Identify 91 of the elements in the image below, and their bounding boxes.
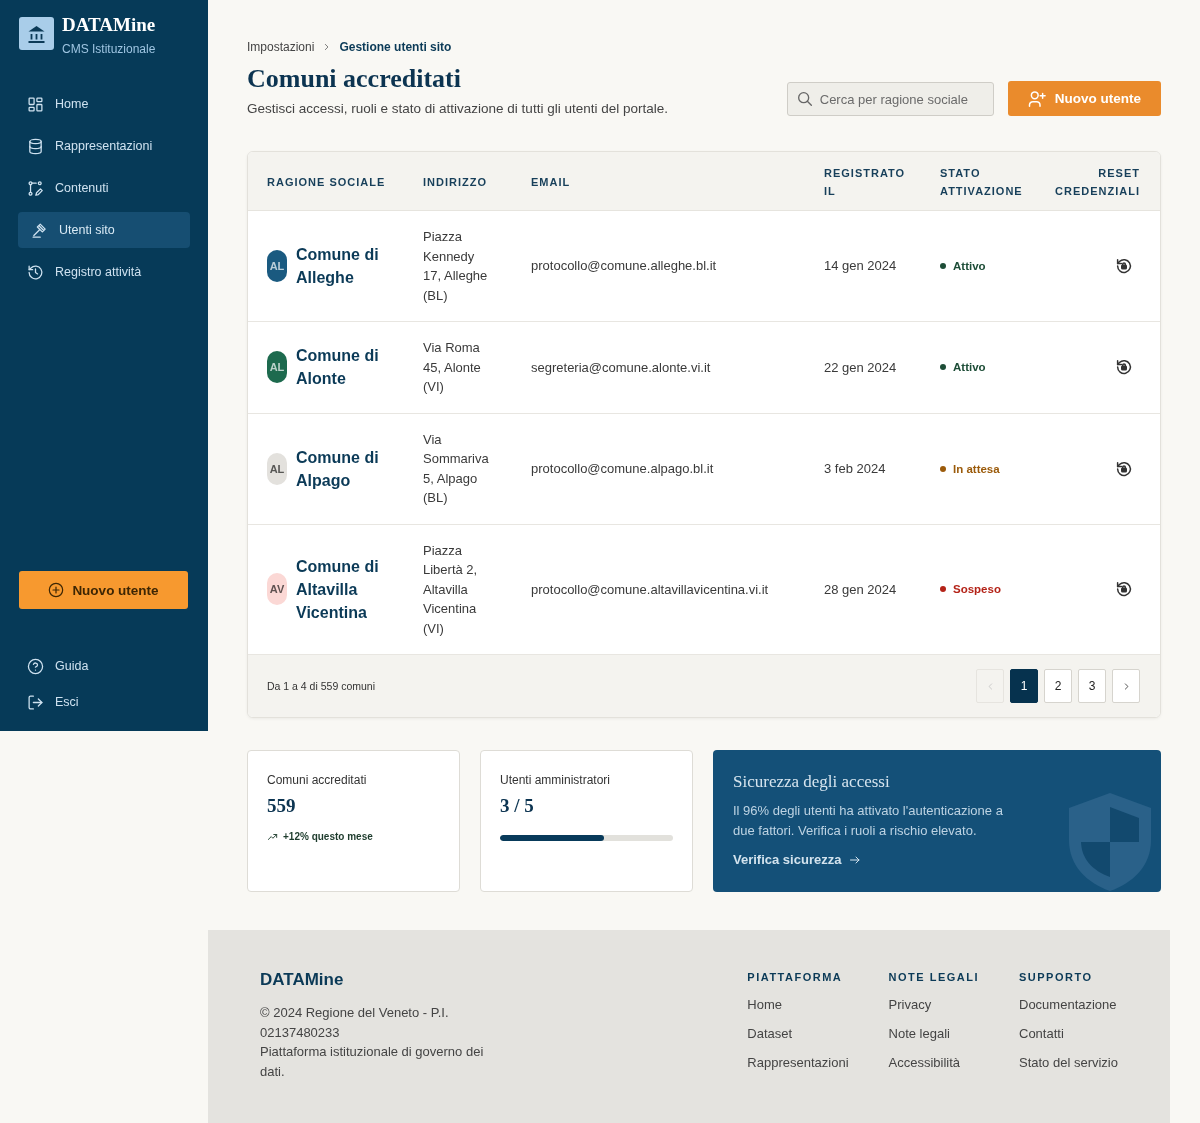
user-plus-icon [1027,89,1046,108]
email-text: protocollo@comune.alpago.bl.it [531,460,714,476]
lock-reset-icon[interactable] [1115,257,1133,275]
footer-link[interactable]: Accessibilità [888,1053,961,1072]
avatar: AL [267,452,287,485]
footer-link[interactable]: Note legali [888,1024,950,1043]
email-text: protocollo@comune.altavillavicentina.vi.it [531,581,769,597]
nav-item[interactable]: Registro attività [18,254,190,290]
column-header: INDIRIZZO [423,176,487,188]
municipality-name: Comune di Alpago [296,447,380,491]
footer-link[interactable]: Home [747,995,783,1014]
address-text: Via Sommariva 5, Alpago (BL) [423,430,490,507]
footer-heading: NOTE LEGALI [888,970,979,984]
status-label: In attesa [953,462,1000,475]
municipality-name: Comune di Alleghe [296,245,380,288]
nav-item[interactable]: Contenuti [18,170,190,206]
page-button[interactable]: 3 [1078,669,1106,703]
lock-reset-icon[interactable] [1115,358,1133,377]
chevron-left-icon [986,681,994,691]
results-summary: Da 1 a 4 di 559 comuni [267,680,375,692]
stat-value: 559 [267,794,297,818]
security-text: Il 96% degli utenti ha attivato l'autenticazione a due fattori. Verifica i ruoli a rischio elevato. [733,802,1004,840]
bank-icon [19,17,54,50]
page-button[interactable]: 1 [1010,669,1038,703]
footer-link[interactable]: Privacy [888,995,932,1014]
help-icon [27,657,44,675]
dashboard-icon [27,95,44,113]
copyright-text: © 2024 Regione del Veneto - P.I. 02137480233 [260,1004,450,1042]
footer-link[interactable]: Stato del servizio [1019,1053,1118,1072]
avatar: AL [267,351,287,384]
avatar: AL [267,250,287,282]
date-text: 3 feb 2024 [824,460,886,476]
search-field[interactable]: Cerca per ragione sociale [786,82,994,116]
page-subtitle: Gestisci accessi, ruoli e stato di attivazione di tutti gli utenti del portale. [247,100,668,118]
footer-link[interactable]: Documentazione [1019,995,1117,1014]
gavel-icon [31,221,48,239]
nav-item[interactable]: Home [18,86,190,122]
verify-security-link[interactable]: Verifica sicurezza [733,852,862,867]
chevron-right-icon [323,43,331,51]
search-icon [796,91,813,107]
database-icon [27,137,44,155]
column-header: RESET CREDENZIALI [1055,167,1140,197]
stat-value: 3 / 5 [500,794,535,818]
date-text: 22 gen 2024 [824,359,897,375]
plus-circle-icon [48,582,65,598]
footer-heading: PIATTAFORMA [747,970,843,984]
breadcrumb-link[interactable]: Impostazioni [247,40,315,54]
status-label: Attivo [953,260,986,272]
branch-pencil-icon [27,179,44,197]
avatar: AV [267,573,287,606]
lock-reset-icon[interactable] [1115,459,1133,478]
security-title: Sicurezza degli accessi [733,772,891,792]
page-title: Comuni accreditati [247,63,462,95]
nav-item[interactable]: Guida [18,648,190,684]
status-label: Sospeso [953,583,1001,596]
brand-name: DATAMine [62,14,156,36]
municipality-name: Comune di Altavilla Vicentina [296,556,380,623]
stat-label: Utenti amministratori [500,772,612,788]
footer-link[interactable]: Contatti [1019,1024,1064,1043]
nav-item[interactable]: Esci [18,684,190,720]
footer-heading: SUPPORTO [1019,970,1093,984]
date-text: 14 gen 2024 [824,258,897,274]
footer-link[interactable]: Dataset [747,1024,793,1043]
municipality-name: Comune di Alonte [296,346,380,390]
status-label: Attivo [953,361,986,374]
footer-link[interactable]: Rappresentazioni [747,1053,849,1072]
nav-item[interactable]: Utenti sito [18,212,190,248]
footer-brand: DATAMine [260,970,345,990]
chevron-right-icon [1122,681,1130,691]
column-header: REGISTRATO IL [824,167,906,197]
lock-reset-icon[interactable] [1115,580,1133,599]
breadcrumb-current[interactable]: Gestione utenti sito [339,40,452,54]
stat-label: Comuni accreditati [267,772,368,788]
column-header: EMAIL [531,176,571,188]
trend-up-icon [267,831,278,842]
footer-description: Piattaforma istituzionale di governo dei dati. [260,1043,485,1081]
trend-text: +12% questo mese [283,831,373,842]
address-text: Piazza Kennedy 17, Alleghe (BL) [423,228,489,305]
brand-subtitle: CMS Istituzionale [62,41,156,57]
logout-icon [27,693,44,711]
nav-item[interactable]: Rappresentazioni [18,128,190,164]
date-text: 28 gen 2024 [824,581,897,597]
email-text: segreteria@comune.alonte.vi.it [531,359,711,375]
address-text: Via Roma 45, Alonte (VI) [423,339,482,396]
new-user-button[interactable]: Nuovo utente [19,571,188,609]
address-text: Piazza Libertà 2, Altavilla Vicentina (VI) [423,541,479,638]
page-button[interactable]: 2 [1044,669,1072,703]
history-icon [27,263,44,281]
email-text: protocollo@comune.alleghe.bl.it [531,258,717,274]
column-header: STATO ATTIVAZIONE [940,167,1023,197]
column-header: RAGIONE SOCIALE [267,176,386,188]
